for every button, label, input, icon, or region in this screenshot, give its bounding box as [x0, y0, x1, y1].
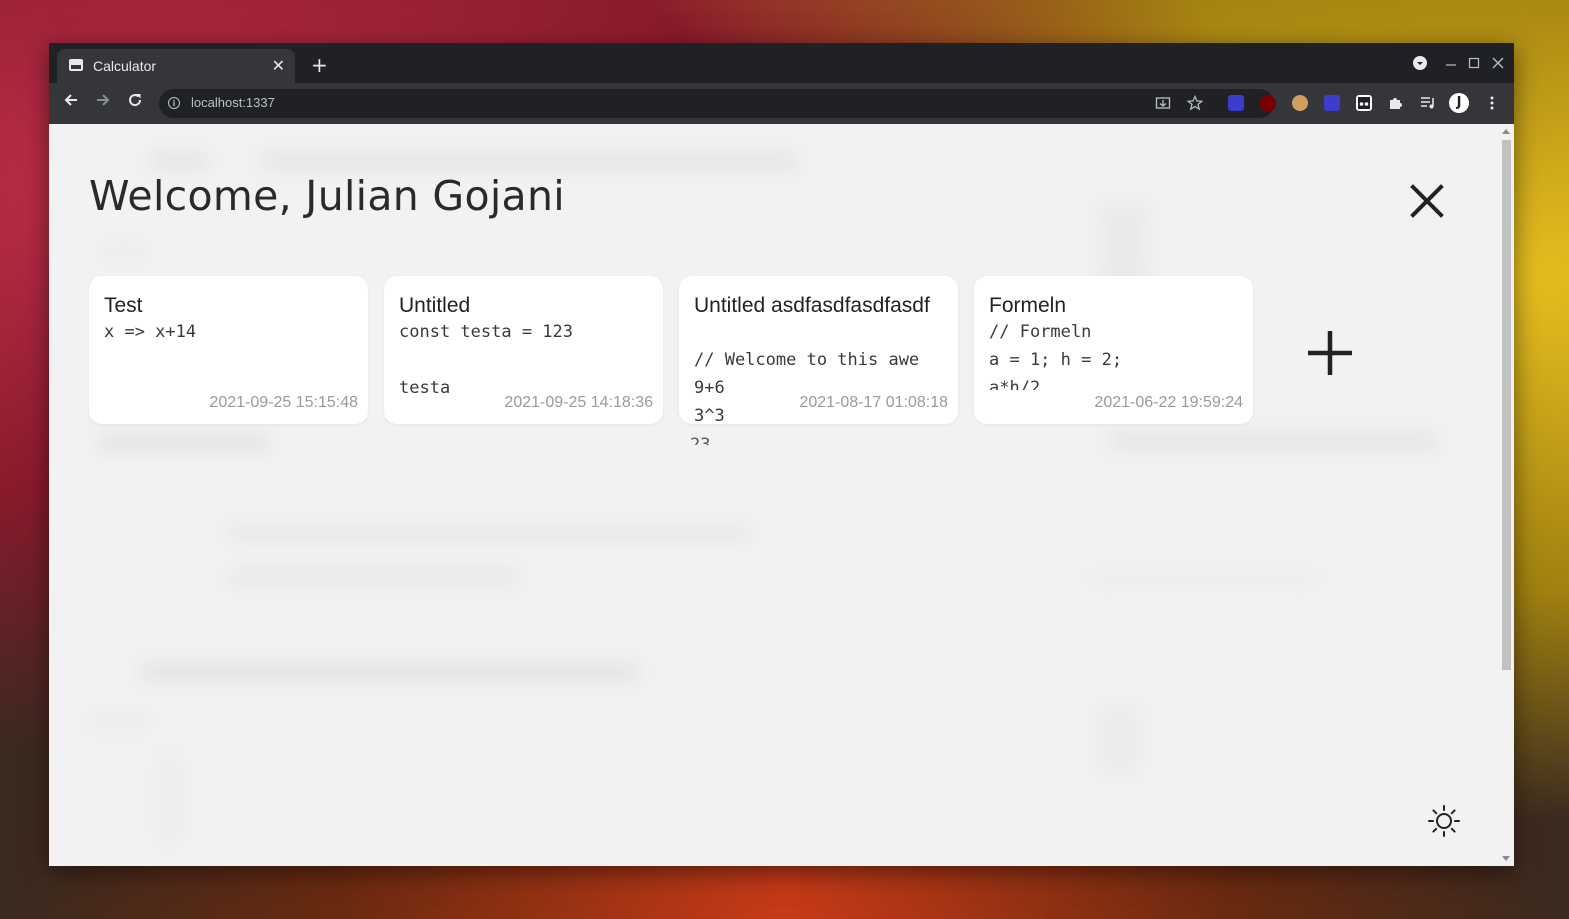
close-overlay-icon[interactable]	[1405, 179, 1449, 223]
extensions-puzzle-icon[interactable]	[1388, 95, 1404, 111]
card-title: Formeln	[989, 294, 1067, 317]
notebook-card[interactable]: Untitled const testa = 123 testa 2021-09…	[384, 276, 663, 424]
tab-close-icon[interactable]: ✕	[272, 56, 285, 75]
extension-1-icon[interactable]	[1228, 95, 1244, 111]
tab-calculator[interactable]: Calculator ✕	[57, 49, 295, 83]
forward-arrow-icon[interactable]	[94, 91, 112, 115]
extension-4-icon[interactable]	[1324, 95, 1340, 111]
card-code-line: x => x+14	[104, 322, 197, 342]
card-code-line: // Formeln	[989, 322, 1092, 342]
calculator-favicon-icon	[69, 59, 83, 71]
browser-toolbar: i localhost:1337 J	[49, 83, 1514, 124]
card-code-line: // Welcome to this awe	[694, 350, 920, 370]
install-app-icon[interactable]	[1155, 95, 1171, 115]
notebook-card[interactable]: Untitled asdfasdfasdfasdf // Welcome to …	[679, 276, 958, 424]
page-viewport: Welcome, Julian Gojani Test x => x+14 20…	[49, 124, 1514, 866]
welcome-heading: Welcome, Julian Gojani	[89, 172, 565, 220]
ublock-shield-icon[interactable]	[1260, 95, 1276, 111]
scrollbar-thumb[interactable]	[1502, 140, 1511, 670]
card-title: Untitled	[399, 294, 471, 317]
browser-window: Calculator ✕ + i localhost:1337 J Welcom…	[49, 43, 1514, 866]
profile-avatar[interactable]: J	[1449, 93, 1469, 113]
scroll-down-icon[interactable]	[1502, 856, 1510, 861]
new-tab-button[interactable]: +	[311, 55, 328, 75]
theme-toggle-sun-icon[interactable]	[1427, 804, 1461, 838]
card-overflow-fragment: 23	[690, 435, 711, 445]
media-playlist-icon[interactable]	[1420, 95, 1436, 111]
scroll-up-icon[interactable]	[1502, 129, 1510, 134]
welcome-overlay: Welcome, Julian Gojani Test x => x+14 20…	[49, 124, 1499, 866]
card-title: Untitled asdfasdfasdfasdf	[694, 294, 930, 317]
notebook-card[interactable]: Formeln // Formeln a = 1; h = 2; a*h/2 2…	[974, 276, 1253, 424]
tab-title: Calculator	[93, 58, 157, 74]
window-close-icon[interactable]	[1492, 57, 1504, 73]
maximize-icon[interactable]	[1468, 57, 1480, 73]
reload-icon[interactable]	[126, 91, 144, 115]
kebab-menu-icon[interactable]	[1484, 95, 1500, 111]
address-bar[interactable]: i localhost:1337	[159, 89, 1274, 118]
url-text: localhost:1337	[191, 95, 275, 110]
page-scrollbar[interactable]	[1499, 124, 1514, 866]
card-code-line: a = 1; h = 2;	[989, 350, 1123, 370]
extension-3-icon[interactable]	[1292, 95, 1308, 111]
back-arrow-icon[interactable]	[62, 91, 80, 115]
add-notebook-button[interactable]	[1305, 328, 1355, 378]
card-date: 2021-08-17 01:08:18	[793, 394, 948, 412]
card-date: 2021-06-22 19:59:24	[1088, 394, 1243, 412]
site-info-icon[interactable]: i	[168, 97, 180, 109]
tab-search-icon[interactable]	[1412, 55, 1428, 75]
card-date: 2021-09-25 15:15:48	[203, 394, 358, 412]
card-code-line: a*h/2	[989, 378, 1041, 390]
bookmark-star-icon[interactable]	[1186, 95, 1204, 115]
notebook-card[interactable]: Test x => x+14 2021-09-25 15:15:48	[89, 276, 368, 424]
minimize-icon[interactable]	[1445, 55, 1457, 71]
extension-5-icon[interactable]	[1356, 95, 1372, 111]
card-title: Test	[104, 294, 143, 317]
card-code-line: const testa = 123	[399, 322, 573, 342]
tab-strip: Calculator ✕ +	[49, 43, 1514, 83]
card-date: 2021-09-25 14:18:36	[498, 394, 653, 412]
